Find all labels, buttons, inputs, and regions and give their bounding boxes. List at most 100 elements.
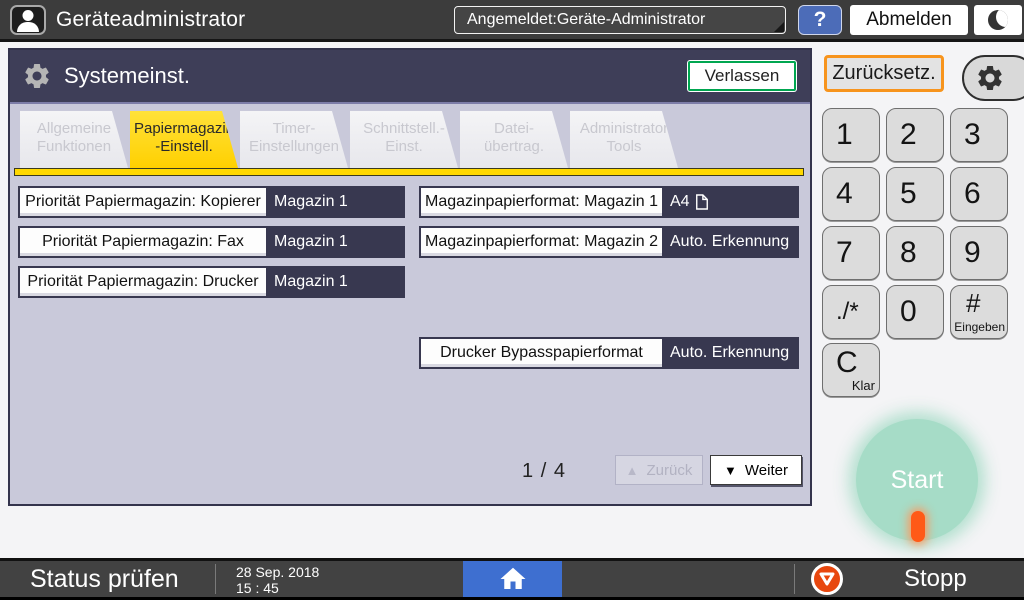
clear-sublabel: Klar xyxy=(852,378,875,393)
keypad-7[interactable]: 7 xyxy=(822,226,880,280)
logout-button[interactable]: Abmelden xyxy=(850,5,968,35)
setting-value: Magazin 1 xyxy=(268,268,403,296)
tab-label: Allgemeine xyxy=(20,120,128,138)
time-text: 15 : 45 xyxy=(236,580,319,596)
setting-prioritaet-drucker-button[interactable]: Priorität Papiermagazin: Drucker xyxy=(20,268,268,296)
keypad-enter[interactable]: # Eingeben xyxy=(950,285,1008,339)
previous-label: Zurück xyxy=(647,462,693,479)
keypad-4[interactable]: 4 xyxy=(822,167,880,221)
panel-header: Systemeinst. Verlassen xyxy=(10,50,810,104)
clear-button[interactable]: C Klar xyxy=(822,343,880,397)
keypad-dot-star[interactable]: ./* xyxy=(822,285,880,339)
reset-button[interactable]: Zurücksetz. xyxy=(824,55,944,92)
setting-papierformat-magazin2-button[interactable]: Magazinpapierformat: Magazin 2 xyxy=(421,228,664,256)
energy-saver-button[interactable] xyxy=(974,5,1022,35)
divider xyxy=(215,564,216,594)
home-button[interactable] xyxy=(463,561,562,597)
tab-label: Einst. xyxy=(350,138,458,156)
keypad-1[interactable]: 1 xyxy=(822,108,880,162)
crescent-moon-icon xyxy=(988,10,1008,30)
setting-prioritaet-fax-button[interactable]: Priorität Papiermagazin: Fax xyxy=(20,228,268,256)
paper-portrait-icon xyxy=(695,193,709,211)
exit-button[interactable]: Verlassen xyxy=(688,61,796,91)
tab-label: Tools xyxy=(570,138,678,156)
tab-label: Datei- xyxy=(460,120,568,138)
keypad-6[interactable]: 6 xyxy=(950,167,1008,221)
next-label: Weiter xyxy=(745,462,788,479)
setting-papierformat-magazin1-button[interactable]: Magazinpapierformat: Magazin 1 xyxy=(421,188,664,216)
down-triangle-icon: ▼ xyxy=(724,463,737,478)
user-account-icon[interactable] xyxy=(10,5,46,35)
setting-value-text: A4 xyxy=(670,193,690,211)
tab-label: Funktionen xyxy=(20,138,128,156)
logged-in-user-title: Geräteadministrator xyxy=(56,8,245,32)
tab-schnittstell-einst[interactable]: Schnittstell.- Einst. xyxy=(350,111,458,168)
hash-icon: # xyxy=(966,288,980,319)
next-page-button[interactable]: ▼ Weiter xyxy=(710,455,802,485)
previous-page-button[interactable]: ▲ Zurück xyxy=(615,455,703,485)
keypad-2[interactable]: 2 xyxy=(886,108,944,162)
datetime-display: 28 Sep. 2018 15 : 45 xyxy=(236,564,319,596)
stop-icon xyxy=(810,562,844,596)
tab-label: Administrator xyxy=(570,120,678,138)
panel-title: Systemeinst. xyxy=(64,63,190,89)
check-status-button[interactable]: Status prüfen xyxy=(30,561,179,597)
system-settings-panel: Systemeinst. Verlassen Allgemeine Funkti… xyxy=(8,48,812,506)
date-text: 28 Sep. 2018 xyxy=(236,564,319,580)
setting-row: Priorität Papiermagazin: Kopierer Magazi… xyxy=(18,186,405,218)
clear-letter: C xyxy=(836,346,858,380)
setting-value: Auto. Erkennung xyxy=(664,339,797,367)
page-total: 4 xyxy=(554,460,566,482)
tab-papiermagazin-einstell[interactable]: Papiermagazin -Einstell. xyxy=(130,111,238,168)
login-status-dropdown[interactable]: Angemeldet:Geräte-Administrator xyxy=(454,6,786,34)
setting-value: A4 xyxy=(664,188,797,216)
page-current: 1 xyxy=(522,460,534,482)
start-label: Start xyxy=(891,466,944,495)
stop-label: Stopp xyxy=(904,565,967,593)
setting-row: Magazinpapierformat: Magazin 1 A4 xyxy=(419,186,799,218)
tab-timer-einstellungen[interactable]: Timer- Einstellungen xyxy=(240,111,348,168)
setting-value: Magazin 1 xyxy=(268,228,403,256)
keypad-0[interactable]: 0 xyxy=(886,285,944,339)
dropdown-corner-icon xyxy=(774,22,784,32)
keypad-8[interactable]: 8 xyxy=(886,226,944,280)
tab-label: Schnittstell.- xyxy=(350,120,458,138)
tab-administrator-tools[interactable]: Administrator Tools xyxy=(570,111,678,168)
up-triangle-icon: ▲ xyxy=(626,463,639,478)
bottom-bar: Status prüfen 28 Sep. 2018 15 : 45 Stopp xyxy=(0,558,1024,600)
start-button[interactable]: Start xyxy=(856,419,978,541)
gear-icon xyxy=(975,63,1005,93)
home-icon xyxy=(498,564,528,594)
setting-row: Magazinpapierformat: Magazin 2 Auto. Erk… xyxy=(419,226,799,258)
setting-value: Auto. Erkennung xyxy=(664,228,797,256)
page-indicator: 1 / 4 xyxy=(522,460,566,483)
setting-value: Magazin 1 xyxy=(268,188,403,216)
tab-allgemeine-funktionen[interactable]: Allgemeine Funktionen xyxy=(20,111,128,168)
page-separator: / xyxy=(541,460,548,482)
start-led-indicator xyxy=(911,511,925,542)
setting-row: Priorität Papiermagazin: Drucker Magazin… xyxy=(18,266,405,298)
top-bar: Geräteadministrator Angemeldet:Geräte-Ad… xyxy=(0,0,1024,42)
setting-prioritaet-kopierer-button[interactable]: Priorität Papiermagazin: Kopierer xyxy=(20,188,268,216)
tab-label: Einstellungen xyxy=(240,138,348,156)
tab-label: -Einstell. xyxy=(130,138,238,156)
keypad-3[interactable]: 3 xyxy=(950,108,1008,162)
tab-dateiuebertrag[interactable]: Datei- übertrag. xyxy=(460,111,568,168)
enter-sublabel: Eingeben xyxy=(954,320,1005,334)
keypad-5[interactable]: 5 xyxy=(886,167,944,221)
gear-icon xyxy=(22,61,52,91)
keypad-9[interactable]: 9 xyxy=(950,226,1008,280)
divider xyxy=(794,564,795,594)
stop-button[interactable]: Stopp xyxy=(810,562,1024,596)
tab-label: übertrag. xyxy=(460,138,568,156)
active-tab-underline xyxy=(14,168,804,176)
help-icon: ? xyxy=(814,8,827,32)
setting-row: Priorität Papiermagazin: Fax Magazin 1 xyxy=(18,226,405,258)
tab-label: Papiermagazin xyxy=(130,120,238,138)
login-status-text: Angemeldet:Geräte-Administrator xyxy=(467,11,705,29)
setting-bypasspapierformat-button[interactable]: Drucker Bypasspapierformat xyxy=(421,339,664,367)
tools-pill-button[interactable] xyxy=(962,55,1024,101)
help-button[interactable]: ? xyxy=(798,5,842,35)
setting-row: Drucker Bypasspapierformat Auto. Erkennu… xyxy=(419,337,799,369)
tab-label: Timer- xyxy=(240,120,348,138)
